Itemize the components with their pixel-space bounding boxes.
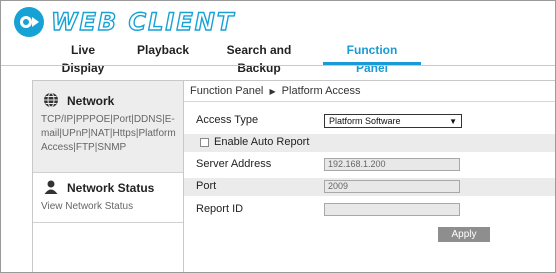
breadcrumb-current: Platform Access <box>281 85 361 97</box>
sidebar-item-subtitle: View Network Status <box>41 201 134 212</box>
sidebar-item-title: Network Status <box>67 181 155 195</box>
app-logo-text: WEB CLIENT <box>50 7 236 36</box>
camera-logo-icon <box>14 7 44 37</box>
sidebar: Network TCP/IP|PPPOE|Port|DDNS|E-mail|UP… <box>32 80 184 272</box>
tab-function-panel[interactable]: Function Panel <box>323 41 421 75</box>
access-type-value: Platform Software <box>329 116 401 126</box>
auto-report-row: Enable Auto Report <box>184 134 555 152</box>
server-address-label: Server Address <box>196 158 272 170</box>
sidebar-item-network-status[interactable]: Network Status View Network Status <box>33 173 183 223</box>
server-address-row: Server Address 192.168.1.200 <box>184 156 555 174</box>
port-input[interactable]: 2009 <box>324 180 460 193</box>
report-id-input[interactable] <box>324 203 460 216</box>
globe-icon <box>44 92 58 108</box>
breadcrumb-divider <box>184 101 555 102</box>
tab-live-display[interactable]: Live Display <box>51 41 115 75</box>
breadcrumb-parent[interactable]: Function Panel <box>190 85 263 97</box>
main-nav: Live Display Playback Search and Backup … <box>1 41 555 75</box>
person-icon <box>44 180 58 194</box>
sidebar-item-title: Network <box>67 94 115 108</box>
breadcrumb: Function Panel ▶ Platform Access <box>190 85 361 97</box>
access-type-row: Access Type Platform Software ▼ <box>184 112 555 130</box>
dropdown-arrow-icon: ▼ <box>449 117 457 126</box>
port-label: Port <box>196 180 217 192</box>
breadcrumb-separator-icon: ▶ <box>269 87 276 96</box>
server-address-input[interactable]: 192.168.1.200 <box>324 158 460 171</box>
report-id-label: Report ID <box>196 203 244 215</box>
header-divider <box>1 65 555 66</box>
main-content: Function Panel ▶ Platform Access Access … <box>184 80 555 272</box>
access-type-select[interactable]: Platform Software ▼ <box>324 114 462 128</box>
sidebar-item-subtitle: TCP/IP|PPPOE|Port|DDNS|E-mail|UPnP|NAT|H… <box>41 114 176 153</box>
tab-search-backup[interactable]: Search and Backup <box>209 41 309 75</box>
tab-playback[interactable]: Playback <box>137 41 189 63</box>
port-row: Port 2009 <box>184 178 555 196</box>
header: WEB CLIENT Live Display Playback Search … <box>1 1 555 75</box>
access-type-label: Access Type <box>196 114 259 126</box>
auto-report-label: Enable Auto Report <box>214 136 310 148</box>
report-id-row: Report ID <box>184 201 555 219</box>
auto-report-checkbox[interactable] <box>200 138 209 147</box>
sidebar-item-network[interactable]: Network TCP/IP|PPPOE|Port|DDNS|E-mail|UP… <box>33 81 183 173</box>
apply-button[interactable]: Apply <box>438 227 490 242</box>
